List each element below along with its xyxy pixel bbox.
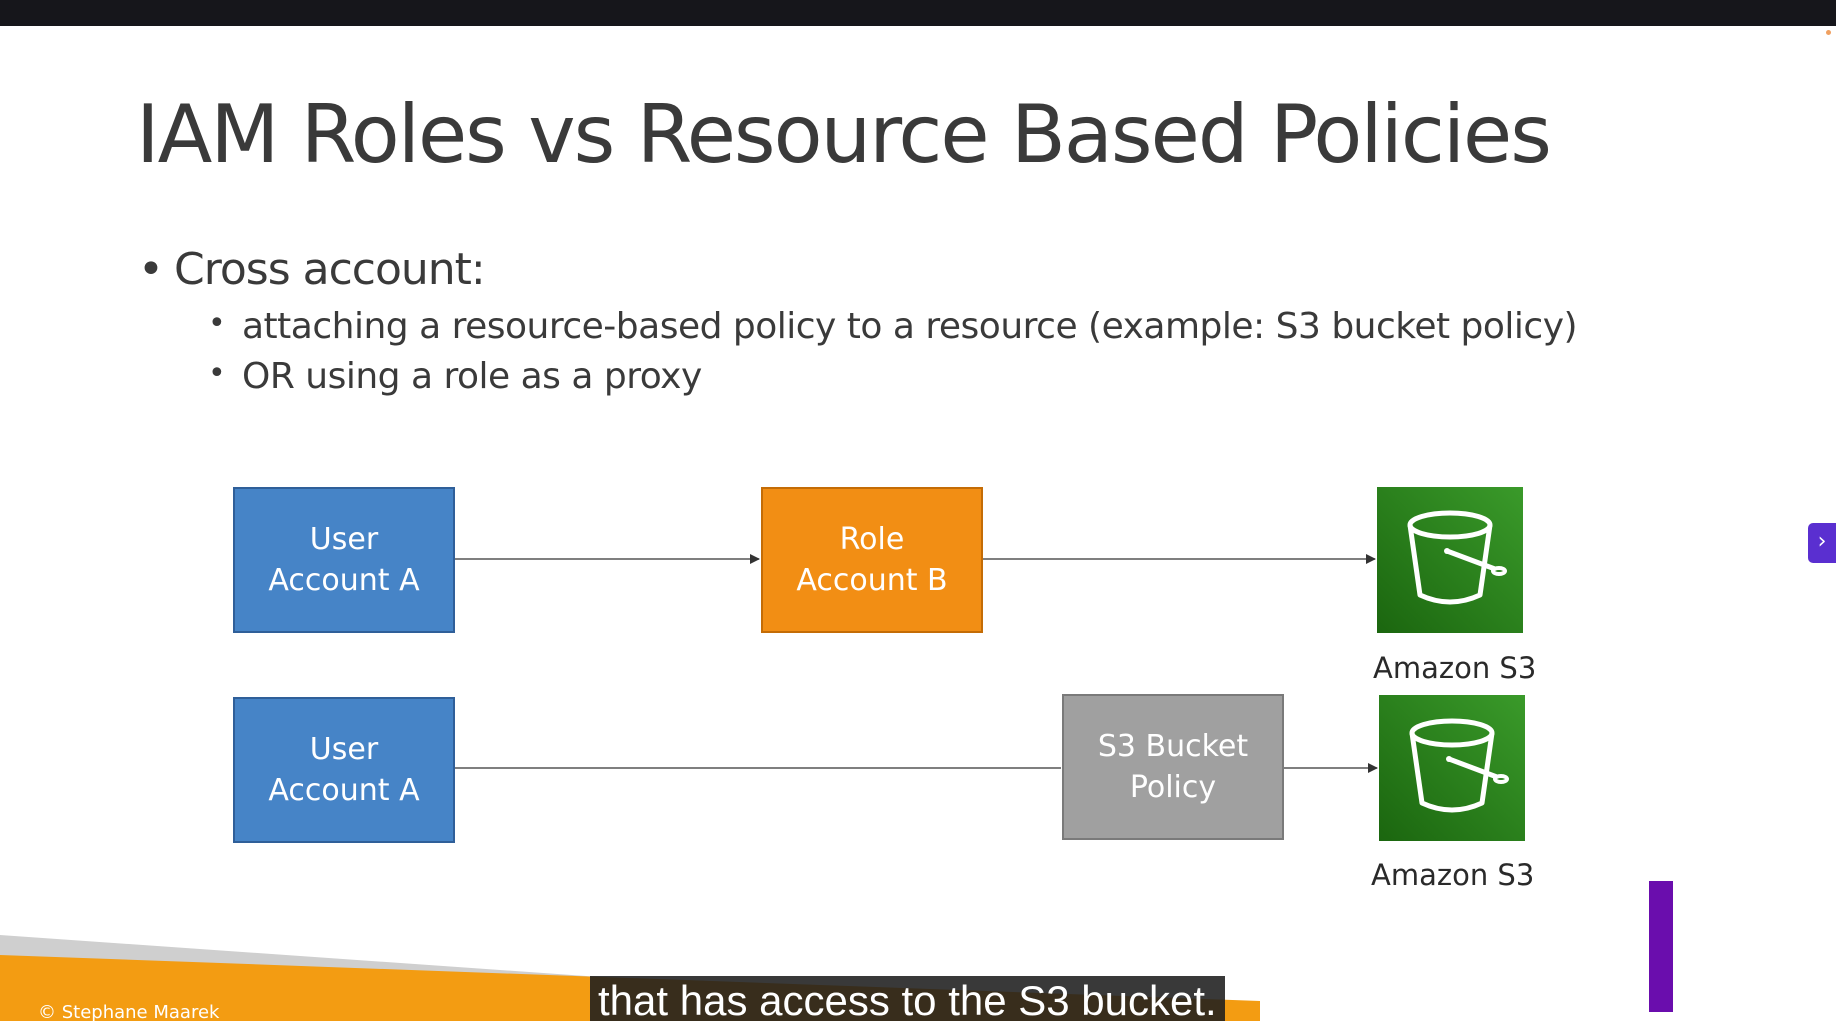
bullet-glyph: •	[138, 244, 164, 295]
user-account-a-box: User Account A	[233, 697, 455, 843]
user-account-a-box: User Account A	[233, 487, 455, 633]
box-label: S3 Bucket Policy	[1097, 729, 1249, 805]
volume-indicator	[1649, 881, 1673, 1012]
box-label: Role Account B	[796, 522, 948, 598]
bullet-glyph: •	[208, 356, 226, 391]
slide-title: IAM Roles vs Resource Based Policies	[136, 88, 1552, 181]
top-bar	[0, 0, 1836, 26]
next-slide-button[interactable]: ›	[1808, 523, 1836, 563]
bucket-glyph	[1407, 510, 1507, 605]
s3-bucket-icon	[1377, 487, 1523, 633]
box-label: User Account A	[268, 732, 420, 808]
role-account-b-box: Role Account B	[761, 487, 983, 633]
bullet-text: Cross account:	[174, 244, 486, 295]
sub-bullet-text: attaching a resource-based policy to a r…	[242, 306, 1578, 347]
sub-bullet-text: OR using a role as a proxy	[242, 356, 702, 397]
box-label: User Account A	[268, 522, 420, 598]
bullet-glyph: •	[208, 306, 226, 341]
s3-bucket-policy-box: S3 Bucket Policy	[1062, 694, 1284, 840]
s3-bucket-icon	[1379, 695, 1525, 841]
copyright-text: © Stephane Maarek	[38, 1002, 220, 1023]
bucket-glyph	[1409, 718, 1509, 813]
amazon-s3-label: Amazon S3	[1371, 858, 1535, 892]
status-dot	[1826, 30, 1831, 35]
amazon-s3-label: Amazon S3	[1373, 651, 1537, 685]
subtitle-caption: that has access to the S3 bucket.	[590, 976, 1225, 1021]
